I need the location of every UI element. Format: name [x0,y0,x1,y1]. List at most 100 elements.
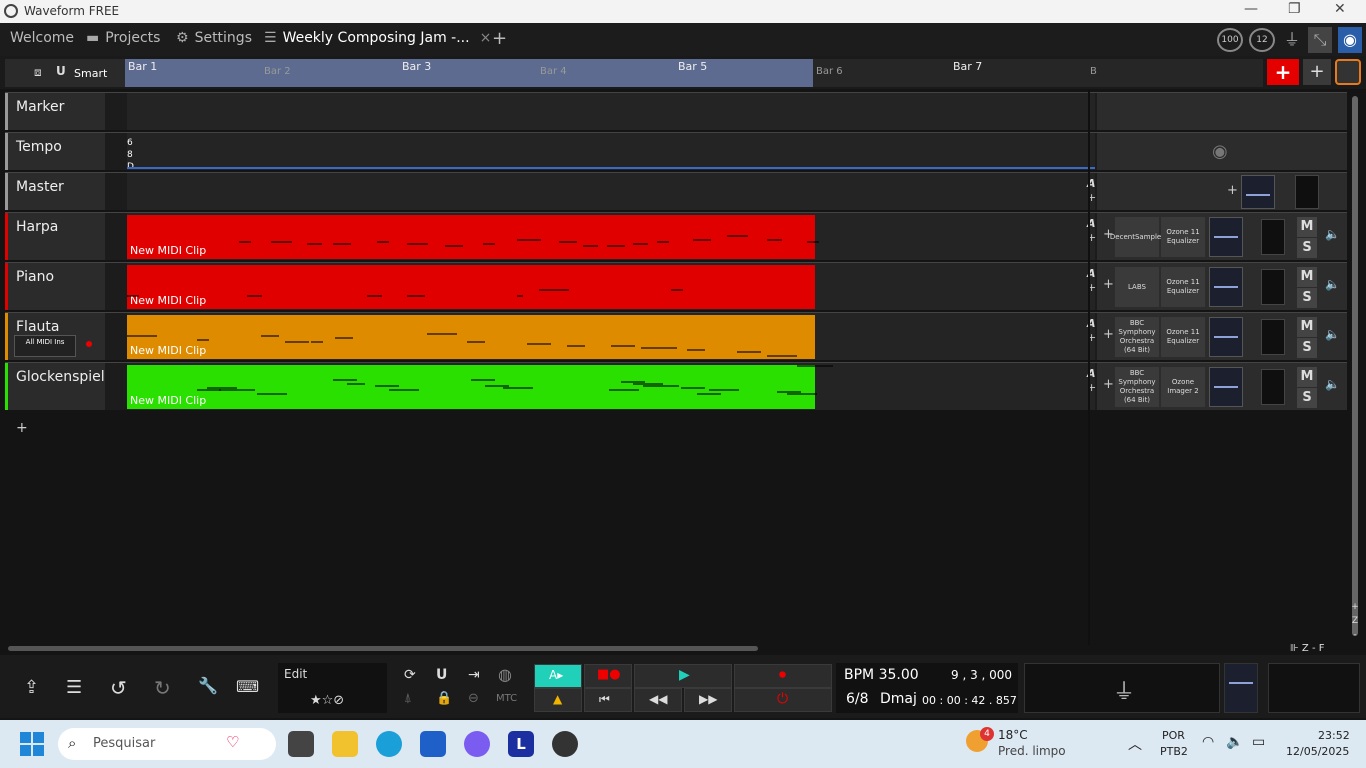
tab-project[interactable]: ☰ Weekly Composing Jam -... × [264,30,491,50]
auto-toggle-button[interactable]: A▸ [534,664,582,688]
master-meter[interactable] [1241,175,1275,209]
track-glockenspiel[interactable]: Glockenspiel New MIDI Clip A + + BBC Sympho… [5,362,1347,410]
waveform-taskbar-icon[interactable] [552,731,578,757]
tempo-line[interactable] [127,167,1095,169]
midi-note[interactable] [693,239,711,241]
add-plugin-icon[interactable]: + [1103,327,1114,342]
track-level[interactable] [1261,269,1285,305]
track-header[interactable]: Harpa [5,213,105,260]
file-explorer-icon[interactable] [332,731,358,757]
fast-forward-button[interactable]: ▶▶ [684,688,732,712]
track-level[interactable] [1261,369,1285,405]
midi-note[interactable] [671,289,683,291]
midi-note[interactable] [517,295,523,297]
speaker-icon[interactable]: 🔈 [1325,327,1340,341]
plugin-slot-2[interactable]: Ozone 11 Equalizer [1161,217,1205,257]
output-level-box[interactable] [1268,663,1360,713]
undo-icon[interactable]: ↺ [110,676,127,700]
waveform-zoom-icon[interactable]: ⊪ [1290,643,1299,654]
position-display[interactable]: 9 , 3 , 000 [951,668,1012,682]
midi-clip[interactable]: New MIDI Clip [127,265,815,309]
menu-icon[interactable]: ☰ [66,677,82,698]
add-red-button[interactable]: + [1267,59,1299,85]
midi-note[interactable] [681,387,705,389]
volume-icon[interactable]: 🔈 [1226,734,1243,750]
tempo-track[interactable]: Tempo 68D ◉ [5,132,1347,172]
midi-note[interactable] [583,245,598,247]
warning-button[interactable]: ▲ [534,688,582,712]
snap-mode-label[interactable]: Smart [74,67,107,80]
solo-button[interactable]: S [1297,388,1317,408]
midi-note[interactable] [333,379,357,381]
clock-time[interactable]: 23:52 [1318,729,1350,742]
metronome-icon[interactable]: ◍ [498,665,512,684]
stop-record-button[interactable]: ⏻ [734,688,832,712]
midi-note[interactable] [389,389,419,391]
midi-note[interactable] [467,341,485,343]
solo-button[interactable]: S [1297,288,1317,308]
midi-note[interactable] [377,241,389,243]
midi-note[interactable] [307,243,322,245]
midi-note[interactable] [527,343,551,345]
midi-note[interactable] [609,389,639,391]
snap-magnet-icon[interactable]: U [436,667,447,683]
midi-note[interactable] [407,295,425,297]
add-track-button[interactable]: + [16,420,28,436]
midi-clip[interactable]: New MIDI Clip [127,315,815,359]
tab-projects[interactable]: ▬ Projects [86,30,160,50]
midi-note[interactable] [737,351,761,353]
midi-note[interactable] [471,379,495,381]
wrench-icon[interactable]: 🔧 [198,676,218,695]
midi-note[interactable] [767,239,782,241]
track-header[interactable]: Marker [5,93,105,130]
l-app-icon[interactable]: L [508,731,534,757]
midi-note[interactable] [503,387,533,389]
minimize-button[interactable]: — [1244,1,1258,17]
play-button[interactable]: ▶ [634,664,732,688]
midi-note[interactable] [611,345,635,347]
midi-note[interactable] [567,345,585,347]
midi-note[interactable] [127,335,157,337]
midi-note[interactable] [247,295,262,297]
midi-note[interactable] [767,355,797,357]
tray-chevron-icon[interactable]: ︿ [1128,734,1142,754]
track-level[interactable] [1261,319,1285,355]
plugin-slot-1[interactable]: BBC Symphony Orchestra (64 Bit) [1115,367,1159,407]
bpm-display[interactable]: BPM 35.00 [844,667,919,683]
midi-note[interactable] [197,339,209,341]
snap-icon[interactable]: ⧈ [34,65,42,80]
add-plugin-icon[interactable]: + [1103,277,1114,292]
midi-clip[interactable]: New MIDI Clip [127,215,819,259]
arm-icon[interactable] [86,341,92,347]
midi-note[interactable] [539,289,569,291]
speaker-icon[interactable]: 🔈 [1325,277,1340,291]
marker-track[interactable]: Marker [5,92,1347,130]
midi-note[interactable] [311,341,323,343]
midi-note[interactable] [261,335,279,337]
midi-note[interactable] [347,383,365,385]
fullscreen-icon[interactable]: ⤡ [1308,27,1332,53]
zoom-in[interactable]: + [1350,600,1360,614]
output-meter[interactable] [1224,663,1258,713]
midi-note[interactable] [727,235,748,237]
plugin-slot-2[interactable]: Ozone Imager 2 [1161,367,1205,407]
midi-note[interactable] [445,245,463,247]
midi-note[interactable] [797,365,833,367]
rewind-button[interactable]: ◀◀ [634,688,682,712]
magnet-icon[interactable]: U [56,64,66,78]
latency-badge[interactable]: 12 [1249,28,1275,52]
timeline-ruler[interactable]: ⧈ U Smart Bar 1 Bar 2 Bar 3 Bar 4 Bar 5 … [0,56,1366,89]
wifi-icon[interactable]: ◠ [1202,734,1214,750]
midi-note[interactable] [483,243,495,245]
zoom-controls[interactable]: + Z - [1350,600,1360,642]
add-tab-button[interactable]: + [492,28,507,49]
task-view-icon[interactable] [288,731,314,757]
lang-secondary[interactable]: PTB2 [1160,745,1188,758]
midi-note[interactable] [517,239,541,241]
plugin-slot[interactable]: ⏚ [1024,663,1220,713]
sync-icon[interactable]: ⊖ [468,691,479,706]
plugin-slot-1[interactable]: DecentSampler [1110,217,1164,257]
cpu-badge[interactable]: 100 [1217,28,1243,52]
solo-button[interactable]: S [1297,238,1317,258]
horizontal-scrollbar[interactable] [8,646,758,651]
